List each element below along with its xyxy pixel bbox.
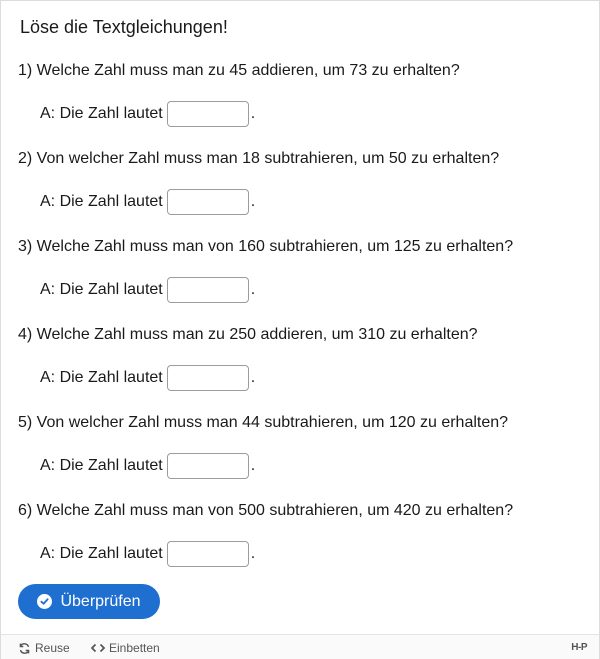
answer-input[interactable] [166, 541, 249, 567]
answer-prefix: A: Die Zahl lautet [40, 105, 163, 122]
answer-suffix: . [250, 105, 256, 122]
reuse-label: Reuse [35, 641, 70, 655]
answer-prefix: A: Die Zahl lautet [40, 457, 163, 474]
check-button[interactable]: Überprüfen [18, 584, 160, 619]
answer-suffix: . [250, 457, 256, 474]
answer-row: A: Die Zahl lautet . [40, 101, 255, 127]
answer-prefix: A: Die Zahl lautet [40, 545, 163, 562]
answer-row: A: Die Zahl lautet . [40, 365, 255, 391]
answer-suffix: . [250, 281, 256, 298]
check-circle-icon [37, 594, 53, 609]
answer-row: A: Die Zahl lautet . [40, 189, 255, 215]
answer-input[interactable] [166, 101, 249, 127]
check-button-label: Überprüfen [60, 592, 141, 610]
answer-prefix: A: Die Zahl lautet [40, 193, 163, 210]
answer-input[interactable] [166, 453, 249, 479]
embed-button[interactable]: Einbetten [91, 641, 160, 655]
page-title: Löse die Textgleichungen! [20, 17, 228, 37]
embed-icon [91, 643, 105, 653]
question-text: 4) Welche Zahl muss man zu 250 addieren,… [18, 326, 478, 343]
answer-input[interactable] [166, 365, 249, 391]
question-text: 1) Welche Zahl muss man zu 45 addieren, … [18, 62, 460, 79]
answer-row: A: Die Zahl lautet . [40, 453, 255, 479]
answer-prefix: A: Die Zahl lautet [40, 281, 163, 298]
answer-input[interactable] [166, 189, 249, 215]
answer-row: A: Die Zahl lautet . [40, 541, 255, 567]
answer-row: A: Die Zahl lautet . [40, 277, 255, 303]
reuse-icon [18, 642, 31, 655]
answer-prefix: A: Die Zahl lautet [40, 369, 163, 386]
question-text: 2) Von welcher Zahl muss man 18 subtrahi… [18, 150, 500, 167]
answer-input[interactable] [166, 277, 249, 303]
question-text: 6) Welche Zahl muss man von 500 subtrahi… [18, 502, 514, 519]
answer-suffix: . [250, 193, 256, 210]
h5p-logo[interactable]: H-P [571, 642, 587, 653]
reuse-button[interactable]: Reuse [18, 641, 70, 655]
answer-suffix: . [250, 545, 256, 562]
h5p-content-frame: Löse die Textgleichungen! 1) Welche Zahl… [0, 0, 600, 659]
answer-suffix: . [250, 369, 256, 386]
embed-label: Einbetten [109, 641, 160, 655]
question-text: 5) Von welcher Zahl muss man 44 subtrahi… [18, 414, 509, 431]
question-text: 3) Welche Zahl muss man von 160 subtrahi… [18, 238, 514, 255]
footer-bar: Reuse Einbetten H-P [1, 634, 599, 659]
